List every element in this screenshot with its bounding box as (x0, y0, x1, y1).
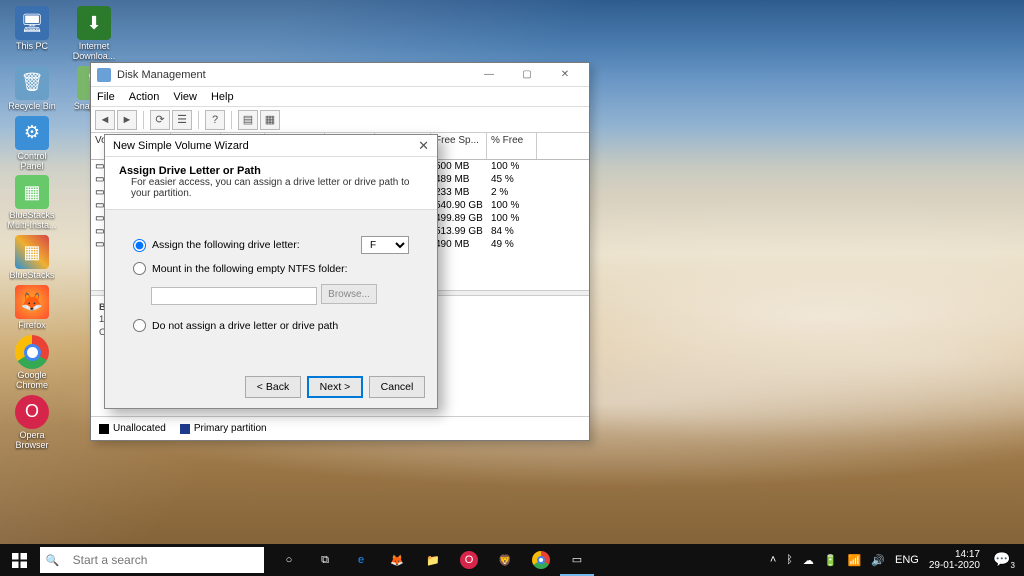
forward-icon[interactable]: ► (117, 110, 137, 130)
dialog-title: New Simple Volume Wizard (113, 140, 249, 152)
minimize-button[interactable]: — (471, 65, 507, 85)
start-button[interactable] (0, 544, 38, 576)
search-input[interactable] (65, 553, 264, 567)
tray-battery-icon[interactable]: 🔋 (824, 554, 838, 567)
menu-help[interactable]: Help (211, 91, 234, 103)
browse-button[interactable]: Browse... (321, 284, 377, 304)
desktop-icon-opera[interactable]: OOpera Browser (6, 395, 58, 451)
help-icon[interactable]: ? (205, 110, 225, 130)
desktop-icon-chrome[interactable]: Google Chrome (6, 335, 58, 391)
tray-up-icon[interactable]: ˄ (770, 554, 776, 566)
task-view-icon[interactable]: ⧉ (308, 544, 342, 576)
desktop-icon-control-panel[interactable]: ⚙Control Panel (6, 116, 58, 172)
menu-bar: File Action View Help (91, 87, 589, 107)
taskbar-explorer-icon[interactable]: 📁 (416, 544, 450, 576)
menu-file[interactable]: File (97, 91, 115, 103)
col-pctfree[interactable]: % Free (487, 133, 537, 159)
close-button[interactable]: ✕ (547, 65, 583, 85)
disk-mgmt-icon (97, 68, 111, 82)
cortana-icon[interactable]: ○ (272, 544, 306, 576)
list-icon[interactable]: ▤ (238, 110, 258, 130)
desktop-icon-bluestacks[interactable]: ▦BlueStacks (6, 235, 58, 281)
desktop-icon-bluestacks-multi[interactable]: ▦BlueStacks Multi-Insta... (6, 175, 58, 231)
col-free[interactable]: Free Sp... (431, 133, 487, 159)
back-icon[interactable]: ◄ (95, 110, 115, 130)
wizard-heading: Assign Drive Letter or Path (119, 165, 423, 177)
taskbar-brave-icon[interactable]: 🦁 (488, 544, 522, 576)
cancel-button[interactable]: Cancel (369, 376, 425, 398)
radio-no-letter[interactable]: Do not assign a drive letter or drive pa… (133, 319, 409, 332)
close-icon[interactable]: ✕ (418, 138, 429, 154)
taskbar-firefox-icon[interactable]: 🦊 (380, 544, 414, 576)
desktop-icon-this-pc[interactable]: 🖥This PC (6, 6, 58, 62)
radio-assign-letter[interactable]: Assign the following drive letter: F (133, 236, 409, 254)
radio-assign-letter-input[interactable] (133, 239, 146, 252)
refresh-icon[interactable]: ⟳ (150, 110, 170, 130)
ntfs-folder-input[interactable] (151, 287, 317, 305)
tray-clock[interactable]: 14:17 29-01-2020 (929, 549, 980, 571)
search-box[interactable]: 🔍 (40, 547, 264, 573)
radio-no-letter-input[interactable] (133, 319, 146, 332)
dialog-titlebar[interactable]: New Simple Volume Wizard ✕ (105, 135, 437, 157)
next-button[interactable]: Next > (307, 376, 363, 398)
menu-action[interactable]: Action (129, 91, 160, 103)
desktop-icon-idm[interactable]: ⬇Internet Downloa... (68, 6, 120, 62)
tray-wifi-icon[interactable]: 📶 (848, 554, 862, 567)
tray-bluetooth-icon[interactable]: ᛒ (786, 554, 793, 566)
desktop-icon-firefox[interactable]: 🦊Firefox (6, 285, 58, 331)
taskbar-chrome-icon[interactable] (524, 544, 558, 576)
back-button[interactable]: < Back (245, 376, 301, 398)
notification-icon[interactable]: 💬3 (990, 551, 1018, 570)
detail-icon[interactable]: ▦ (260, 110, 280, 130)
radio-mount-folder-input[interactable] (133, 262, 146, 275)
taskbar-edge-icon[interactable]: e (344, 544, 378, 576)
properties-icon[interactable]: ☰ (172, 110, 192, 130)
window-title: Disk Management (117, 69, 206, 81)
tray-lang[interactable]: ENG (895, 554, 919, 566)
radio-mount-folder[interactable]: Mount in the following empty NTFS folder… (133, 262, 409, 275)
menu-view[interactable]: View (173, 91, 197, 103)
legend: Unallocated Primary partition (91, 416, 589, 440)
new-volume-wizard-dialog: New Simple Volume Wizard ✕ Assign Drive … (104, 134, 438, 409)
maximize-button[interactable]: ▢ (509, 65, 545, 85)
taskbar: 🔍 ○ ⧉ e 🦊 📁 O 🦁 ▭ ˄ ᛒ ☁ 🔋 📶 🔊 ENG 14:17 … (0, 544, 1024, 576)
window-titlebar[interactable]: Disk Management — ▢ ✕ (91, 63, 589, 87)
toolbar: ◄ ► ⟳ ☰ ? ▤ ▦ (91, 107, 589, 133)
taskbar-opera-icon[interactable]: O (452, 544, 486, 576)
wizard-subheading: For easier access, you can assign a driv… (119, 177, 423, 199)
taskbar-diskmgmt-icon[interactable]: ▭ (560, 544, 594, 576)
tray-onedrive-icon[interactable]: ☁ (803, 554, 814, 567)
drive-letter-select[interactable]: F (361, 236, 409, 254)
search-icon: 🔍 (40, 554, 65, 567)
tray-volume-icon[interactable]: 🔊 (871, 554, 885, 567)
desktop-icon-recycle-bin[interactable]: 🗑Recycle Bin (6, 66, 58, 112)
